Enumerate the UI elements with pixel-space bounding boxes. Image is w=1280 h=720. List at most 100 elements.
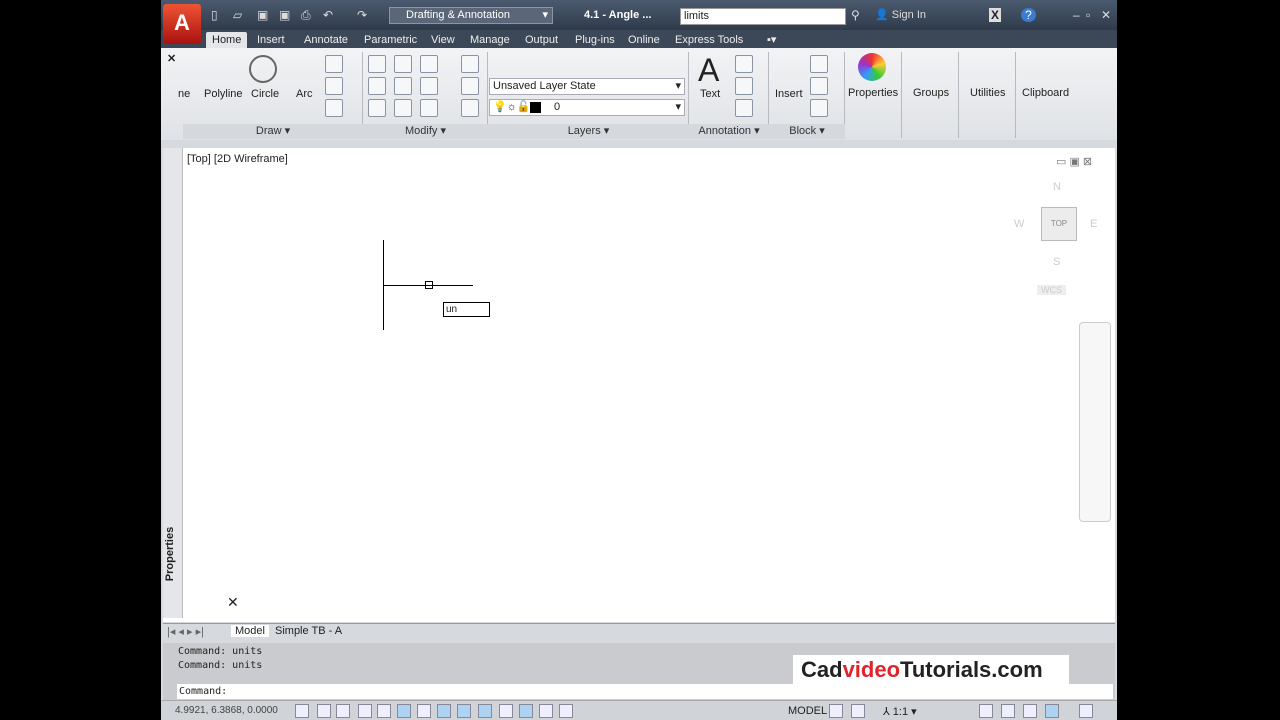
quick-properties-toggle[interactable] <box>539 704 553 718</box>
scale-icon[interactable] <box>394 99 412 117</box>
workspace-dropdown[interactable]: Drafting & Annotation ▾ <box>389 7 553 24</box>
attribute-icon[interactable] <box>810 99 828 117</box>
tab-manage[interactable]: Manage <box>470 32 510 48</box>
stretch-icon[interactable] <box>368 99 386 117</box>
explode-icon[interactable] <box>461 77 479 95</box>
clipboard-button[interactable]: Clipboard <box>1022 87 1069 99</box>
save-as-icon[interactable]: ▣ <box>279 8 290 22</box>
quick-view-layouts[interactable] <box>829 704 843 718</box>
compass-west[interactable]: W <box>1014 218 1024 230</box>
leader-icon[interactable] <box>735 77 753 95</box>
edit-block-icon[interactable] <box>810 77 828 95</box>
hatch-icon[interactable] <box>325 99 343 117</box>
lineweight-toggle[interactable] <box>499 704 513 718</box>
compass-south[interactable]: S <box>1053 256 1060 268</box>
wcs-menu[interactable]: WCS <box>1037 285 1066 295</box>
fillet-icon[interactable] <box>420 77 438 95</box>
arc-tool[interactable]: Arc <box>296 88 313 100</box>
dyn-toggle[interactable] <box>478 704 492 718</box>
annotation-panel-title[interactable]: Annotation ▾ <box>689 124 769 139</box>
tab-express-tools[interactable]: Express Tools <box>675 32 743 48</box>
draw-panel-title[interactable]: Draw ▾ <box>183 124 363 139</box>
copy-icon[interactable] <box>368 77 386 95</box>
array-icon[interactable] <box>420 99 438 117</box>
polyline-tool[interactable]: Polyline <box>204 88 243 100</box>
help-button[interactable]: ? <box>1021 8 1036 22</box>
tab-model[interactable]: Model <box>231 625 269 637</box>
isolate-objects-icon[interactable] <box>1045 704 1059 718</box>
undo-icon[interactable]: ↶ <box>323 8 333 22</box>
selection-cycling-toggle[interactable] <box>559 704 573 718</box>
sign-in-button[interactable]: 👤 Sign In <box>875 8 926 21</box>
offset-icon[interactable] <box>461 99 479 117</box>
trim-icon[interactable] <box>420 55 438 73</box>
clean-screen-icon[interactable] <box>1079 704 1093 718</box>
dimension-icon[interactable] <box>735 55 753 73</box>
groups-button[interactable]: Groups <box>913 87 949 99</box>
block-panel-title[interactable]: Block ▾ <box>769 124 845 139</box>
exchange-icon[interactable]: X <box>989 8 1002 22</box>
tab-view[interactable]: View <box>431 32 455 48</box>
utilities-button[interactable]: Utilities <box>970 87 1005 99</box>
workspace-switching-icon[interactable] <box>979 704 993 718</box>
grid-toggle[interactable] <box>336 704 350 718</box>
transparency-toggle[interactable] <box>519 704 533 718</box>
tab-insert[interactable]: Insert <box>257 32 285 48</box>
otrack-toggle[interactable] <box>437 704 451 718</box>
quick-view-drawings[interactable] <box>851 704 865 718</box>
plot-icon[interactable]: ⎙ <box>301 8 311 23</box>
command-input[interactable]: Command: <box>177 684 1113 699</box>
circle-tool[interactable]: Circle <box>251 88 279 100</box>
dynamic-input[interactable]: un <box>443 302 490 317</box>
tab-annotate[interactable]: Annotate <box>304 32 348 48</box>
properties-button[interactable]: Properties <box>848 87 898 99</box>
lock-icon[interactable] <box>1001 704 1015 718</box>
tab-plug-ins[interactable]: Plug-ins <box>575 32 615 48</box>
modify-panel-title[interactable]: Modify ▾ <box>363 124 488 139</box>
close-palette-icon[interactable]: ✕ <box>167 52 176 65</box>
text-tool[interactable]: Text <box>700 88 720 100</box>
line-tool[interactable]: ne <box>178 88 190 100</box>
rotate-icon[interactable] <box>394 55 412 73</box>
application-menu-button[interactable]: A <box>163 4 201 44</box>
tab-home[interactable]: Home <box>206 32 248 48</box>
search-input[interactable]: limits <box>680 8 846 25</box>
rectangle-icon[interactable] <box>325 55 343 73</box>
table-icon[interactable] <box>735 99 753 117</box>
ortho-toggle[interactable] <box>358 704 372 718</box>
hardware-acceleration-icon[interactable] <box>1023 704 1037 718</box>
binoculars-icon[interactable]: ⚲ <box>851 8 860 22</box>
tab-parametric[interactable]: Parametric <box>364 32 417 48</box>
mirror-icon[interactable] <box>394 77 412 95</box>
annotation-scale[interactable]: ⅄ 1:1 ▾ <box>883 705 917 718</box>
polar-toggle[interactable] <box>377 704 391 718</box>
3d-osnap-toggle[interactable] <box>417 704 431 718</box>
model-space-button[interactable]: MODEL <box>788 705 827 717</box>
compass-north[interactable]: N <box>1053 181 1061 193</box>
viewcube[interactable]: TOP <box>1041 207 1077 241</box>
minimize-button[interactable]: – <box>1073 8 1080 22</box>
viewport-controls[interactable]: [Top] [2D Wireframe] <box>187 153 288 165</box>
tab-navigation-arrows[interactable]: |◂ ◂ ▸ ▸| <box>167 625 204 638</box>
tab-online[interactable]: Online <box>628 32 660 48</box>
insert-tool[interactable]: Insert <box>775 88 803 100</box>
redo-icon[interactable]: ↷ <box>357 8 367 22</box>
drawing-area[interactable] <box>163 148 1115 622</box>
erase-icon[interactable] <box>461 55 479 73</box>
snap-toggle[interactable] <box>317 704 331 718</box>
viewport-window-controls[interactable]: ▭ ▣ ⊠ <box>1056 155 1092 168</box>
close-button[interactable]: ✕ <box>1101 8 1111 22</box>
new-icon[interactable]: ▯ <box>211 8 218 22</box>
osnap-toggle[interactable] <box>397 704 411 718</box>
layer-state-dropdown[interactable]: Unsaved Layer State ▾ <box>489 78 685 95</box>
layer-dropdown[interactable]: 💡☼🔓 0 ▾ <box>489 99 685 116</box>
ribbon-options-icon[interactable]: ▪▾ <box>767 32 776 48</box>
infer-constraints-toggle[interactable] <box>295 704 309 718</box>
navigation-bar[interactable] <box>1079 322 1111 522</box>
save-icon[interactable]: ▣ <box>257 8 268 22</box>
tab-layout[interactable]: Simple TB - A <box>275 625 342 637</box>
ducs-toggle[interactable] <box>457 704 471 718</box>
create-block-icon[interactable] <box>810 55 828 73</box>
compass-east[interactable]: E <box>1090 218 1097 230</box>
tab-output[interactable]: Output <box>525 32 558 48</box>
